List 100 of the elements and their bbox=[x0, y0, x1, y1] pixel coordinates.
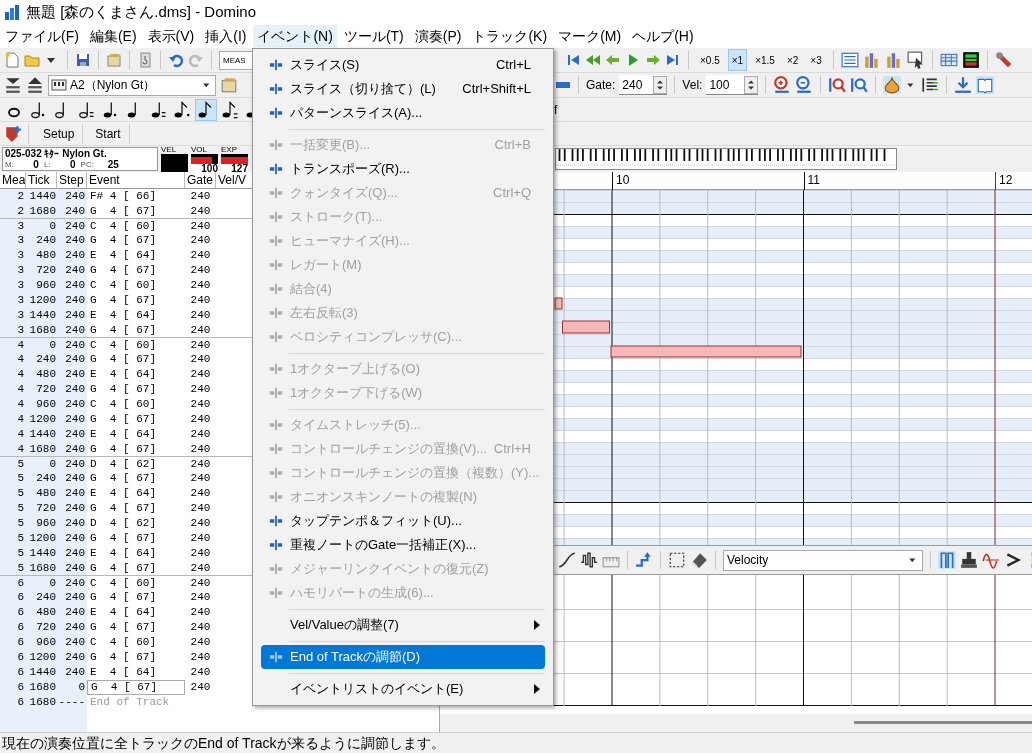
speed-button[interactable]: ×1.5 bbox=[751, 49, 779, 71]
speed-button[interactable]: ×0.5 bbox=[696, 49, 724, 71]
menu-item-glyph-icon[interactable] bbox=[268, 650, 283, 664]
wave-line-icon[interactable] bbox=[982, 551, 1000, 569]
menu-bar-item[interactable]: ヘルプ(H) bbox=[628, 25, 698, 47]
table-cell-text: 1200 bbox=[28, 293, 57, 308]
column-header[interactable]: Step bbox=[57, 172, 87, 188]
table-cell-text: 2 bbox=[16, 204, 25, 219]
new-file-icon[interactable] bbox=[4, 52, 20, 68]
track-up-icon[interactable] bbox=[26, 76, 44, 94]
table-cell-text: 3 bbox=[16, 219, 25, 233]
vertical-zoom-in-icon[interactable] bbox=[828, 76, 847, 94]
download-icon[interactable] bbox=[954, 76, 973, 94]
zoom-in-icon[interactable] bbox=[773, 76, 792, 94]
controller-select[interactable]: Velocity bbox=[723, 549, 923, 571]
menu-item-glyph-icon[interactable] bbox=[268, 106, 283, 120]
status-text: 現在の演奏位置に全トラックのEnd of Trackが来るように調節します。 bbox=[2, 733, 445, 753]
number-field[interactable]: 100 bbox=[706, 75, 759, 95]
menu-item-glyph-icon[interactable] bbox=[268, 82, 283, 96]
menu-bar-item[interactable]: 演奏(P) bbox=[410, 25, 466, 47]
toolbar-button[interactable]: Start bbox=[87, 123, 130, 144]
undo-icon[interactable] bbox=[168, 52, 184, 68]
meter-grid-icon[interactable] bbox=[961, 51, 980, 69]
chevron-icon[interactable] bbox=[1004, 551, 1022, 569]
menu-bar-item[interactable]: イベント(N) bbox=[253, 25, 337, 47]
onion-icon[interactable] bbox=[883, 76, 902, 94]
column-header[interactable]: Gate bbox=[185, 172, 216, 188]
wave-icon[interactable] bbox=[580, 551, 598, 569]
wrench-icon[interactable] bbox=[994, 51, 1013, 69]
shortcut-text: Ctrl+B bbox=[493, 136, 532, 155]
speed-button[interactable]: ×2 bbox=[782, 49, 803, 71]
track-down-icon[interactable] bbox=[4, 76, 22, 94]
menu-item-glyph-icon[interactable] bbox=[268, 514, 283, 528]
table-cell-text: 1440 bbox=[28, 427, 57, 442]
table-cell-text: 240 bbox=[64, 412, 86, 427]
table-cell-text: 240 bbox=[64, 590, 86, 605]
scrollbar-thumb[interactable] bbox=[854, 721, 1032, 724]
menu-bar-item[interactable]: マーク(M) bbox=[554, 25, 626, 47]
rewind-icon[interactable] bbox=[585, 52, 601, 68]
column-header[interactable]: Event bbox=[87, 172, 185, 188]
menu-bar-item[interactable]: ファイル(F) bbox=[1, 25, 83, 47]
eraser-icon[interactable] bbox=[690, 551, 708, 569]
table-cell-text: 240 bbox=[64, 382, 86, 397]
menu-item[interactable]: イベントリストのイベント(E) bbox=[261, 677, 545, 701]
table-icon[interactable] bbox=[939, 51, 958, 69]
vertical-zoom-out-icon[interactable] bbox=[850, 76, 869, 94]
menu-item[interactable]: End of Trackの調節(D) bbox=[261, 645, 545, 669]
properties-icon[interactable] bbox=[220, 76, 238, 94]
stamp-icon[interactable] bbox=[960, 551, 978, 569]
table-cell-text: 4 bbox=[16, 397, 25, 412]
menu-bar-item[interactable]: ツール(T) bbox=[339, 25, 408, 47]
menu-item[interactable]: Vel/Valueの調整(7) bbox=[261, 613, 545, 637]
table-cell-text: 240 bbox=[189, 516, 212, 531]
bars-icon[interactable] bbox=[938, 551, 956, 569]
note-length-icon[interactable] bbox=[220, 99, 240, 120]
select-rect-icon[interactable] bbox=[668, 551, 686, 569]
number-field[interactable]: 240 bbox=[619, 75, 668, 95]
toolbar-button[interactable]: Setup bbox=[35, 123, 84, 144]
menu-item[interactable]: パターンスライス(A)... bbox=[261, 101, 545, 125]
bar-chart-icon[interactable] bbox=[862, 51, 881, 69]
spinner-icon[interactable] bbox=[744, 75, 759, 94]
spinner-icon[interactable] bbox=[653, 75, 668, 94]
book-icon[interactable] bbox=[976, 76, 995, 94]
menu-item[interactable]: タップテンポ＆フィット(U)... bbox=[261, 509, 545, 533]
step-arrow-icon[interactable] bbox=[635, 551, 653, 569]
skip-end-icon[interactable] bbox=[665, 52, 681, 68]
cursor-icon[interactable] bbox=[906, 51, 925, 69]
table-cell-text: 3 bbox=[16, 308, 25, 323]
table-cell-text: 0 bbox=[77, 680, 86, 695]
marker-icon[interactable] bbox=[4, 124, 22, 143]
menu-item-glyph-icon[interactable] bbox=[268, 58, 283, 72]
menu-bar-item[interactable]: 表示(V) bbox=[143, 25, 199, 47]
meter-label: VOL bbox=[191, 144, 208, 154]
note-length-icon[interactable] bbox=[172, 99, 192, 120]
speed-button[interactable]: ×3 bbox=[806, 49, 826, 71]
lines-icon[interactable] bbox=[921, 76, 940, 94]
note-length-icon[interactable] bbox=[196, 99, 216, 120]
menu-bar-item[interactable]: 編集(E) bbox=[85, 25, 141, 47]
list-icon[interactable] bbox=[840, 51, 859, 69]
bar-chart-icon[interactable] bbox=[884, 51, 903, 69]
save-icon[interactable] bbox=[75, 52, 91, 68]
document-icon[interactable] bbox=[137, 52, 153, 68]
zoom-out-icon[interactable] bbox=[795, 76, 814, 94]
curve-icon[interactable] bbox=[558, 551, 576, 569]
instrument-select[interactable]: A2（Nylon Gt） bbox=[48, 74, 216, 96]
skip-start-icon[interactable] bbox=[565, 52, 581, 68]
table-cell-text: F# 4 [ 66] bbox=[89, 189, 157, 204]
window-title: 無題 [森のくまさん.dms] - Domino bbox=[26, 1, 257, 22]
menu-item-glyph-icon[interactable] bbox=[268, 162, 283, 176]
menu-item-glyph-icon[interactable] bbox=[268, 538, 283, 552]
column-header[interactable]: Mea bbox=[0, 172, 26, 188]
menu-item[interactable]: スライス（切り捨て）(L) Ctrl+Shift+L bbox=[261, 77, 545, 101]
menu-bar-item[interactable]: トラック(K) bbox=[468, 25, 552, 47]
menu-bar-item[interactable]: 挿入(I) bbox=[201, 25, 251, 47]
table-cell-text: G 4 [ 67] bbox=[89, 442, 157, 457]
table-cell-text: G 4 [ 67] bbox=[89, 233, 157, 248]
speed-button[interactable]: ×1 bbox=[727, 49, 748, 71]
table-cell-text: 1680 bbox=[28, 204, 57, 219]
column-header[interactable]: Tick bbox=[26, 172, 57, 188]
menu-item[interactable]: 重複ノートのGate一括補正(X)... bbox=[261, 533, 545, 557]
